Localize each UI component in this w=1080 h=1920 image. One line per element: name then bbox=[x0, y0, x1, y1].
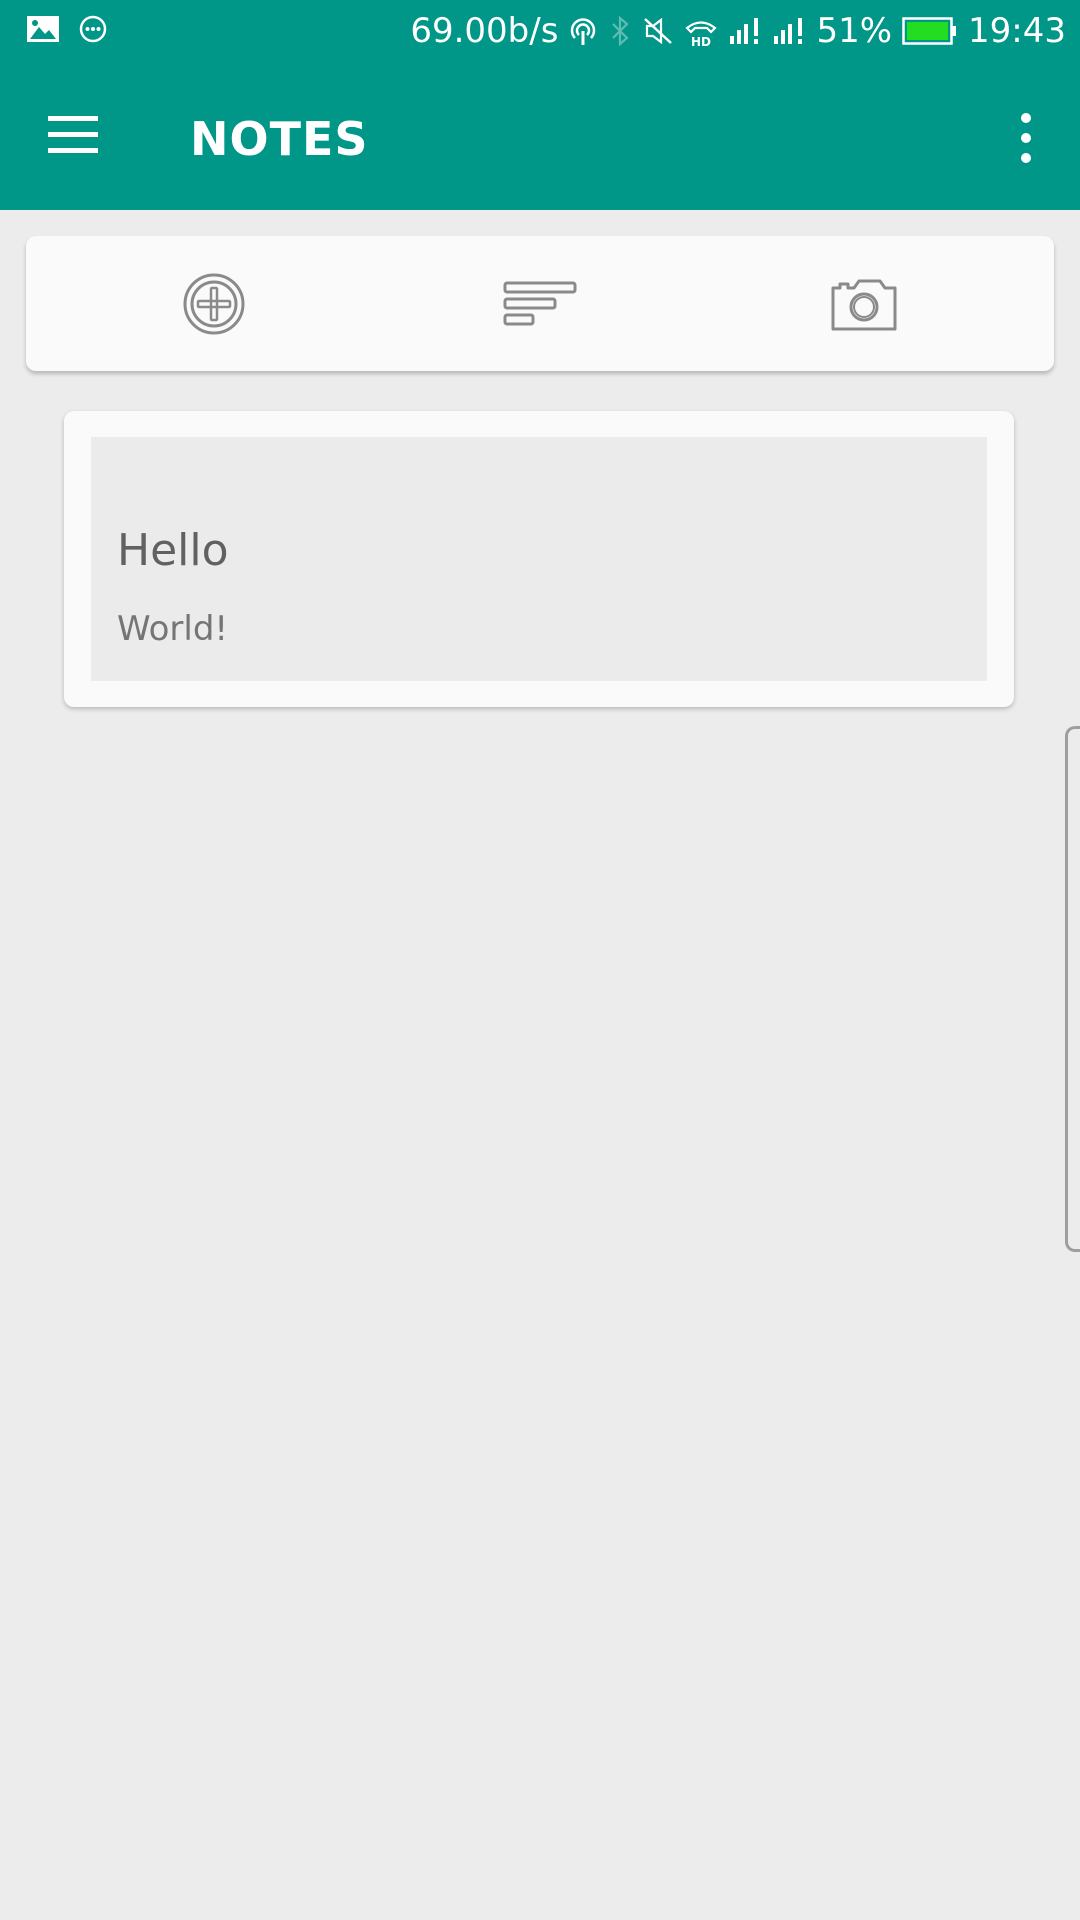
page-title: NOTES bbox=[190, 112, 369, 166]
add-note-button[interactable] bbox=[114, 236, 314, 371]
status-bar: 69.00b/s HD 51% 19:43 bbox=[0, 0, 1080, 62]
net-speed: 69.00b/s bbox=[410, 11, 559, 51]
more-vert-icon bbox=[1021, 113, 1031, 163]
menu-icon bbox=[48, 116, 98, 153]
image-icon bbox=[26, 15, 60, 48]
add-circle-icon bbox=[183, 273, 245, 334]
note-card[interactable]: Hello World! bbox=[64, 411, 1014, 707]
camera-icon bbox=[831, 279, 897, 330]
hotspot-icon bbox=[568, 16, 598, 46]
app-bar: NOTES bbox=[0, 62, 1080, 210]
text-note-button[interactable] bbox=[440, 236, 640, 371]
signal-icon bbox=[728, 16, 762, 46]
note-content: Hello World! bbox=[91, 437, 987, 681]
note-title: Hello bbox=[117, 525, 229, 576]
battery-percent: 51% bbox=[816, 11, 893, 51]
signal-icon bbox=[772, 16, 806, 46]
menu-button[interactable] bbox=[34, 104, 110, 164]
hd-call-icon: HD bbox=[684, 15, 718, 47]
svg-text:HD: HD bbox=[691, 35, 711, 47]
scroll-handle[interactable] bbox=[1065, 726, 1080, 1252]
camera-note-button[interactable] bbox=[764, 236, 964, 371]
message-icon bbox=[78, 14, 108, 49]
text-note-icon bbox=[503, 281, 577, 325]
more-options-button[interactable] bbox=[1012, 110, 1040, 166]
battery-icon bbox=[902, 16, 958, 46]
quick-action-bar bbox=[26, 236, 1054, 371]
bluetooth-icon bbox=[608, 15, 632, 47]
clock: 19:43 bbox=[968, 11, 1066, 51]
mute-icon bbox=[642, 16, 674, 46]
note-body: World! bbox=[117, 609, 229, 649]
